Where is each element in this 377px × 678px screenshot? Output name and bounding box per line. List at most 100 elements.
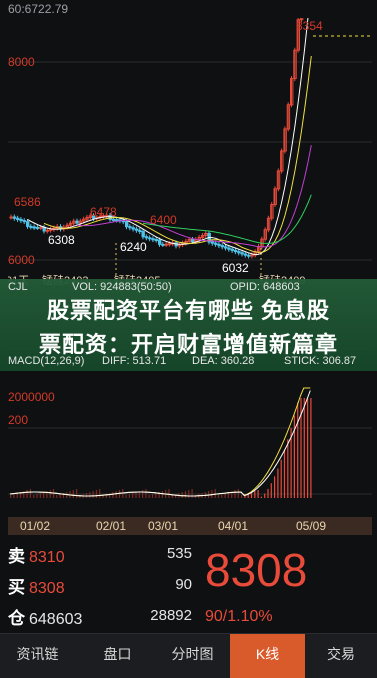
- candle-body: [125, 221, 129, 228]
- macd-bar: [171, 495, 173, 498]
- candle-body: [75, 220, 79, 224]
- macd-bar: [72, 490, 74, 498]
- bottom-tab-bar: 资讯链 盘口 分时图 K线 交易: [0, 633, 377, 678]
- candle-body: [210, 241, 215, 244]
- macd-bar: [168, 489, 170, 498]
- candle-body: [148, 237, 152, 240]
- date-label: 03/01: [148, 519, 179, 533]
- annotation-6240: 6240: [120, 240, 147, 254]
- candle-body: [39, 226, 43, 229]
- macd-bar: [39, 493, 41, 498]
- indicator-cjl: CJL: [8, 281, 28, 293]
- candle-body: [9, 216, 13, 219]
- macd-bar: [188, 490, 190, 498]
- indicator-opid: OPID: 648603: [230, 281, 300, 293]
- candle-body: [243, 253, 248, 256]
- macd-bar: [214, 489, 216, 498]
- macd-bar: [36, 494, 38, 498]
- macd-bar: [128, 494, 130, 498]
- sell-qty: 535: [166, 545, 192, 562]
- macd-bar: [280, 459, 282, 498]
- macd-bar: [95, 490, 97, 498]
- candle-body: [144, 236, 149, 239]
- annotation-6586: 6586: [14, 195, 41, 209]
- macd-bar: [181, 492, 183, 498]
- macd-bar: [234, 490, 236, 498]
- candle-body: [151, 238, 155, 241]
- macd-bar: [59, 494, 61, 498]
- macd-bar: [142, 490, 144, 498]
- overlay-line-1: 股票配资平台有哪些 免息股: [46, 298, 331, 323]
- macd-bar: [56, 495, 58, 498]
- macd-bar: [175, 494, 177, 498]
- kline-chart[interactable]: 8000 6000 8354 6586 6478 6400 6308 6240 …: [8, 18, 372, 518]
- indicator-stick: STICK: 306.87: [284, 355, 357, 367]
- macd-bar: [125, 495, 127, 498]
- promo-overlay-banner: CJL VOL: 924883(50:50) OPID: 648603 股票配资…: [0, 279, 377, 371]
- candle-body: [240, 252, 244, 255]
- macd-bar: [151, 494, 154, 498]
- candle-body: [161, 243, 165, 246]
- candle-body: [164, 243, 169, 246]
- volume-axis-top: 2000000: [8, 390, 55, 404]
- macd-bar: [112, 492, 114, 498]
- macd-bar: [29, 489, 31, 498]
- macd-bar: [254, 491, 256, 498]
- macd-bar: [274, 476, 276, 498]
- macd-bar: [287, 439, 289, 498]
- macd-bar: [221, 494, 223, 498]
- macd-bar: [155, 493, 157, 498]
- candle-body: [111, 218, 116, 221]
- top-info: 60:6722.79: [8, 2, 69, 16]
- sell-price: 8310: [29, 549, 65, 566]
- candle-body: [26, 221, 30, 227]
- macd-bar: [241, 495, 243, 498]
- macd-bar: [148, 495, 150, 498]
- macd-bar: [277, 468, 279, 498]
- sell-row[interactable]: 卖 8310 535: [8, 542, 194, 568]
- macd-bar: [267, 488, 269, 498]
- candle-body: [128, 226, 132, 229]
- candle-body: [158, 239, 162, 245]
- candle-body: [35, 226, 40, 229]
- macd-bar: [118, 490, 121, 498]
- macd-bar: [76, 489, 78, 498]
- annotation-6400: 6400: [150, 213, 177, 227]
- macd-lines: [9, 387, 311, 497]
- macd-bar: [310, 398, 312, 498]
- macd-bar: [89, 492, 91, 498]
- candle-body: [134, 228, 139, 231]
- price-axis-8000: 8000: [8, 55, 35, 69]
- candle-body: [22, 220, 27, 223]
- date-label: 02/01: [96, 519, 127, 533]
- date-label: 05/09: [296, 519, 327, 533]
- macd-bar: [211, 490, 213, 498]
- indicator-diff: DIFF: 513.71: [102, 355, 167, 367]
- tab-news-chain[interactable]: 资讯链: [0, 634, 75, 678]
- tab-intraday[interactable]: 分时图: [155, 634, 230, 678]
- date-label: 04/01: [218, 519, 249, 533]
- last-price: 8308: [205, 544, 308, 596]
- tab-kline[interactable]: K线: [230, 634, 305, 678]
- buy-label: 买: [8, 578, 25, 597]
- macd-bar: [132, 493, 134, 498]
- candle-body: [141, 231, 145, 238]
- candle-body: [131, 227, 135, 230]
- annotation-6032: 6032: [222, 261, 249, 275]
- tab-trade[interactable]: 交易: [305, 634, 377, 678]
- macd-bar: [115, 491, 117, 498]
- macd-bar: [161, 491, 163, 498]
- candle-body: [191, 239, 195, 243]
- indicator-dea: DEA: 360.28: [192, 355, 255, 367]
- buy-row[interactable]: 买 8308 90: [8, 573, 194, 599]
- macd-bar: [145, 489, 147, 498]
- macd-bar: [264, 493, 266, 498]
- volume-axis-mid: 200: [8, 413, 28, 427]
- candle-body: [224, 246, 228, 249]
- macd-bar: [260, 496, 262, 498]
- tab-order-book[interactable]: 盘口: [80, 634, 155, 678]
- candle-body: [45, 229, 50, 232]
- buy-qty: 90: [175, 576, 192, 593]
- candle-body: [237, 251, 241, 254]
- candle-body: [167, 243, 172, 246]
